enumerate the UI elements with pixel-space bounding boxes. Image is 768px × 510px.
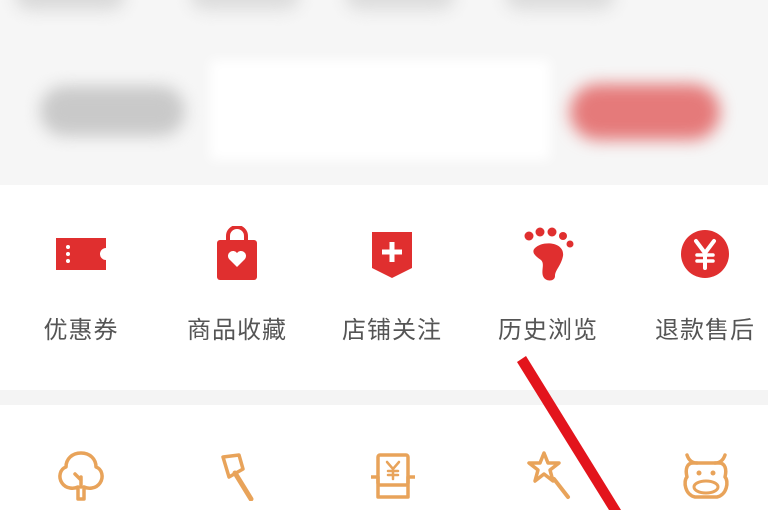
service-item[interactable]	[41, 447, 121, 510]
blurred-account-area	[0, 0, 768, 185]
shortcut-row: 优惠券 商品收藏 店铺关注 历史浏览 退款售后	[0, 185, 768, 390]
shortcut-favorites[interactable]: 商品收藏	[160, 225, 314, 345]
shortcut-label: 历史浏览	[498, 316, 598, 344]
star-wand-icon	[522, 447, 576, 505]
blurred-action-button[interactable]	[570, 84, 720, 140]
shortcut-browsing-history[interactable]: 历史浏览	[471, 225, 625, 345]
shortcut-followed-shops[interactable]: 店铺关注	[315, 225, 469, 345]
services-row	[0, 405, 768, 510]
blurred-banner	[210, 60, 550, 160]
service-item[interactable]	[509, 447, 589, 510]
cow-face-icon	[679, 447, 733, 505]
yen-box-icon	[366, 447, 420, 505]
ticket-icon	[51, 225, 111, 282]
shortcut-label: 优惠券	[43, 316, 119, 344]
shortcut-refund-aftersale[interactable]: 退款售后	[628, 225, 768, 345]
shortcut-coupons[interactable]: 优惠券	[4, 225, 158, 345]
service-item[interactable]	[353, 447, 433, 510]
shortcut-label: 店铺关注	[342, 316, 442, 344]
blurred-top-item	[345, 0, 455, 10]
tree-icon	[54, 447, 108, 505]
blurred-top-item	[505, 0, 615, 10]
shop-plus-icon	[362, 225, 422, 282]
footprint-icon	[518, 225, 578, 282]
blurred-top-item	[190, 0, 300, 10]
my-page-screen: 优惠券 商品收藏 店铺关注 历史浏览 退款售后	[0, 0, 768, 510]
shopping-bag-heart-icon	[207, 225, 267, 282]
shortcut-label: 商品收藏	[187, 316, 287, 344]
service-item[interactable]	[666, 447, 746, 510]
blurred-top-item	[15, 0, 125, 10]
yen-circle-icon	[675, 225, 735, 282]
blurred-text	[40, 86, 185, 136]
axe-icon	[209, 447, 263, 505]
shortcut-label: 退款售后	[655, 316, 755, 344]
service-item[interactable]	[196, 447, 276, 510]
